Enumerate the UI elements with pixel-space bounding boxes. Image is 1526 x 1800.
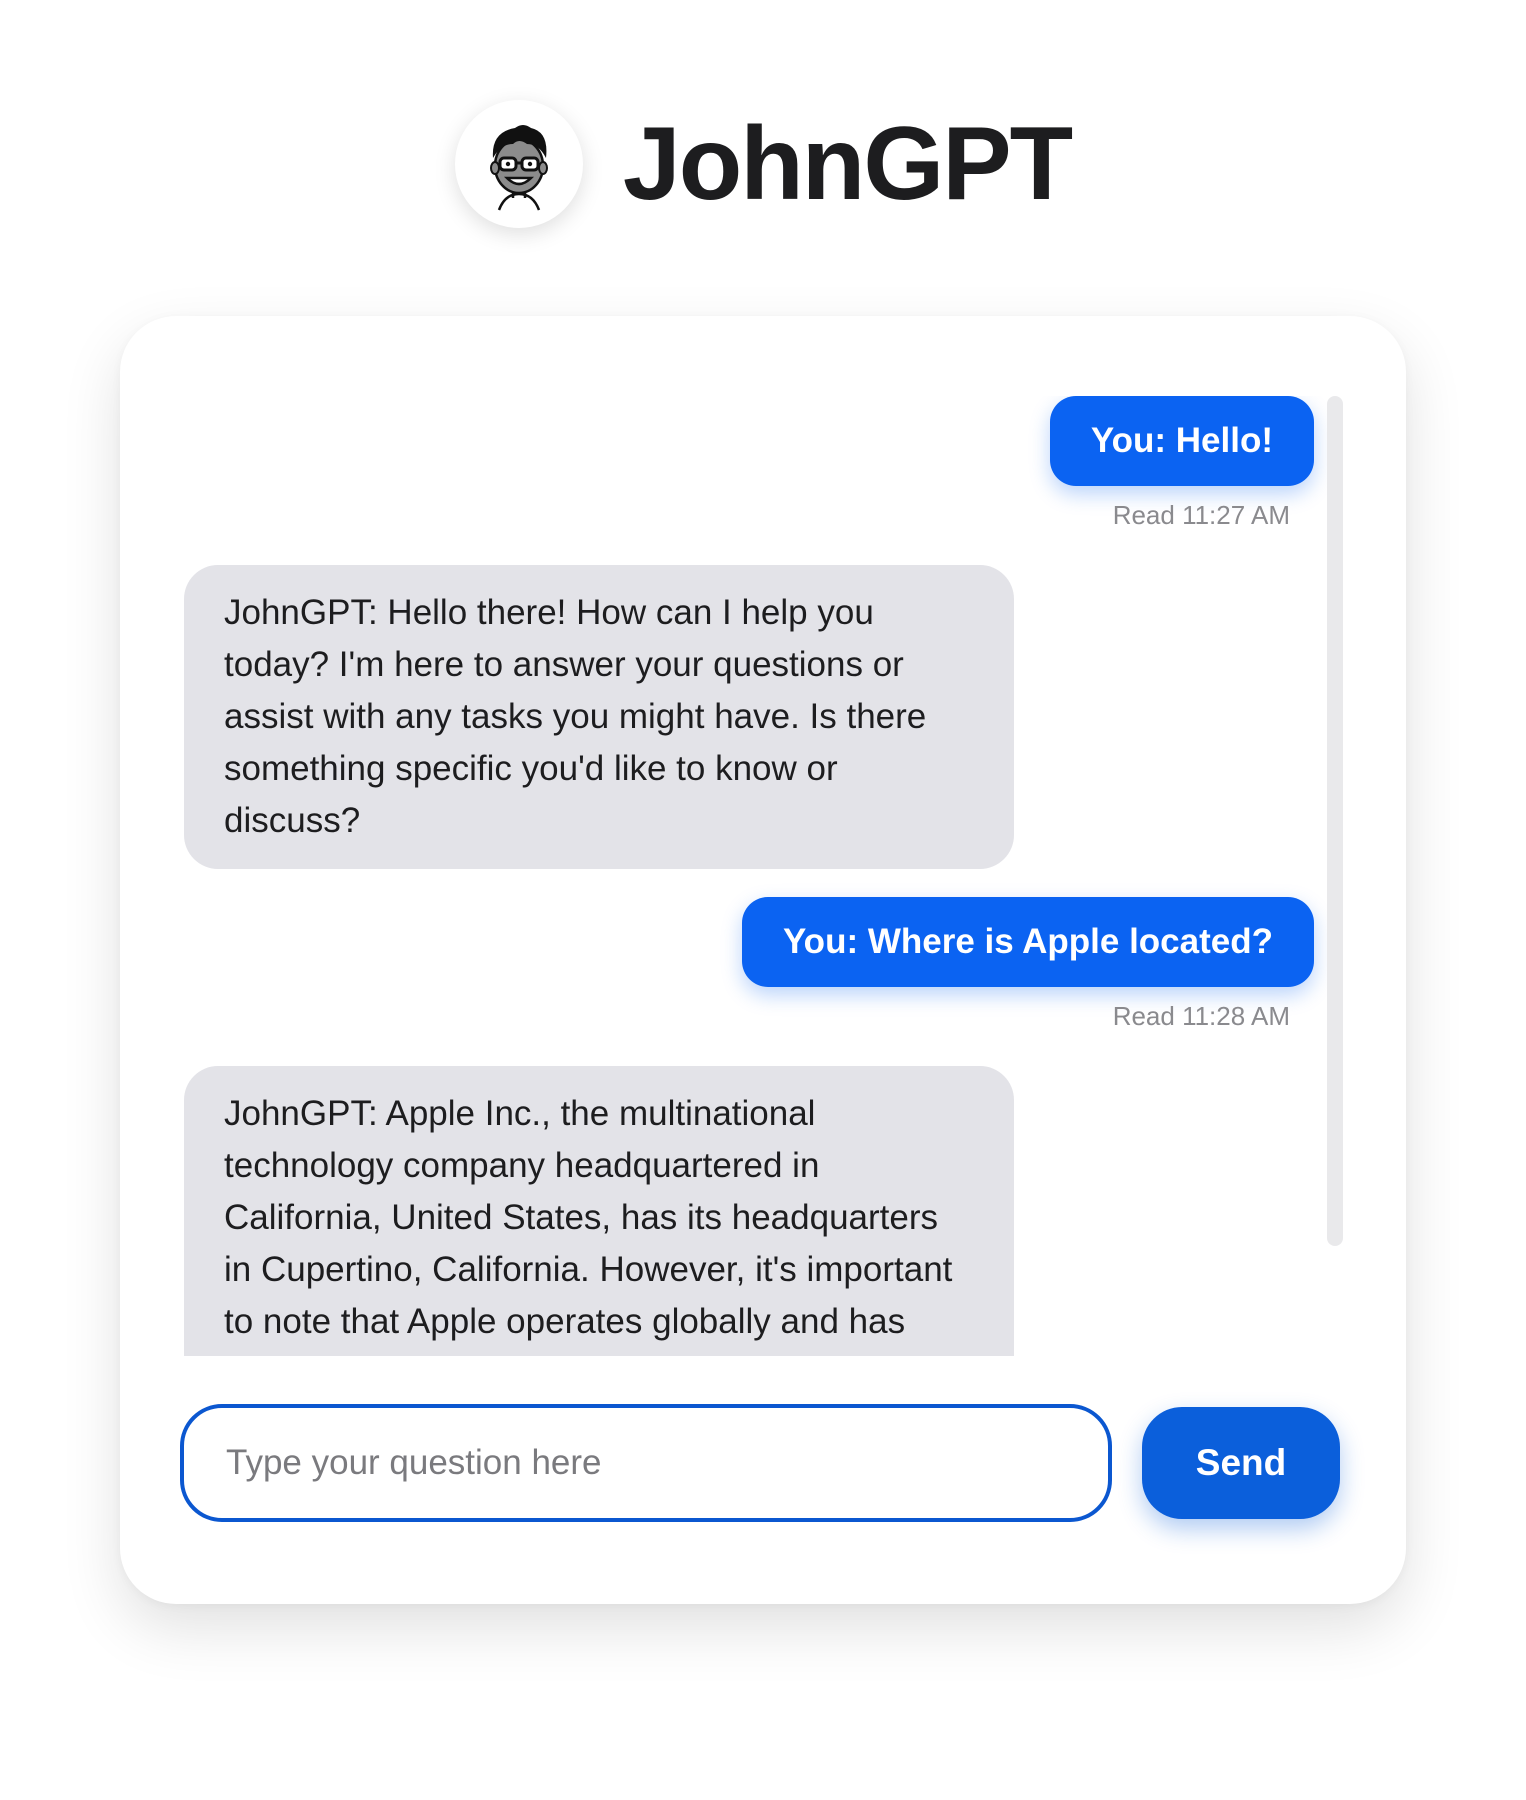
question-input[interactable] [180,1404,1112,1522]
send-button[interactable]: Send [1142,1407,1340,1519]
user-bubble: You: Hello! [1049,396,1314,486]
user-bubble: You: Where is Apple located? [741,897,1314,987]
bot-message: JohnGPT: Apple Inc., the multinational t… [184,1066,1314,1356]
bot-message: JohnGPT: Hello there! How can I help you… [184,565,1314,869]
read-receipt: Read 11:28 AM [1112,1001,1290,1031]
chat-history[interactable]: You: Hello! Read 11:27 AM JohnGPT: Hello… [184,396,1334,1356]
chat-card: You: Hello! Read 11:27 AM JohnGPT: Hello… [120,316,1406,1604]
chat-scrollbar[interactable] [1327,396,1343,1246]
john-avatar-icon [489,125,548,211]
app-title: JohnGPT [622,106,1073,222]
user-message: You: Where is Apple located? Read 11:28 … [184,897,1314,1032]
bot-bubble: JohnGPT: Apple Inc., the multinational t… [184,1066,1014,1356]
logo [454,100,583,228]
bot-bubble: JohnGPT: Hello there! How can I help you… [184,565,1014,869]
app-header: JohnGPT [0,100,1526,228]
app-root: JohnGPT You: Hello! Read 11:27 AM JohnGP… [0,0,1526,1800]
user-message: You: Hello! Read 11:27 AM [184,396,1314,531]
composer: Send [180,1404,1340,1522]
read-receipt: Read 11:27 AM [1112,500,1290,530]
